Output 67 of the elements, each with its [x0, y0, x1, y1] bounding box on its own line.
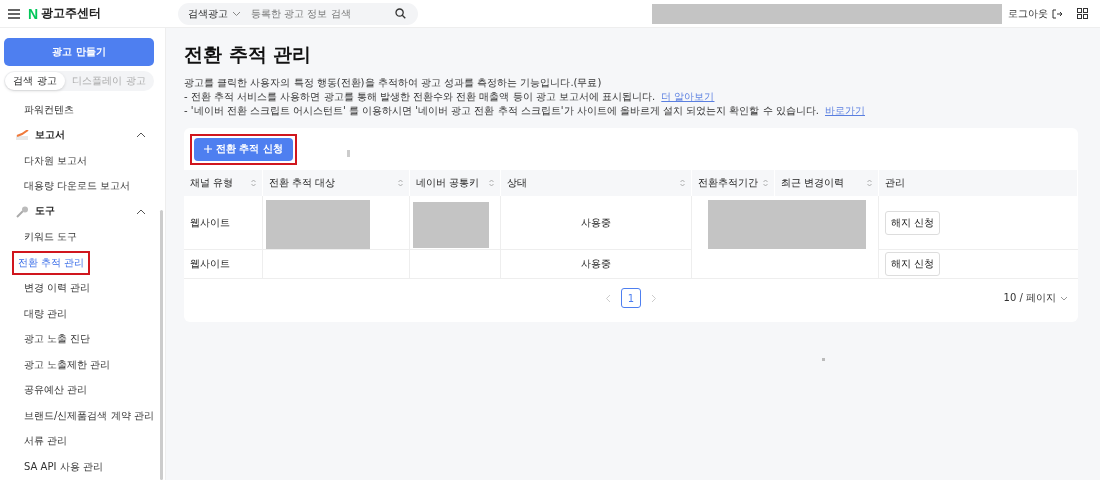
sidebar-section[interactable]: 도구 [35, 205, 55, 219]
learn-more-link[interactable]: 더 알아보기 [661, 91, 715, 102]
column-header[interactable]: 네이버 공통키 [409, 170, 501, 196]
search-icon[interactable] [395, 8, 406, 19]
chevron-down-icon [1060, 295, 1068, 301]
sidebar-item[interactable]: 전환 추적 관리 [12, 250, 91, 275]
column-header[interactable]: 전환추적기간 [691, 170, 775, 196]
page-size-select[interactable]: 10 / 페이지 [1003, 291, 1068, 305]
sidebar-item[interactable]: 공유예산 관리 [18, 378, 94, 403]
column-header[interactable]: 채널 유형 [184, 170, 263, 196]
sidebar-item[interactable]: 서류 관리 [18, 429, 74, 454]
sidebar-item[interactable]: 브랜드/신제품검색 계약 관리 [18, 403, 160, 428]
cancel-button[interactable]: 해지 신청 [885, 252, 941, 276]
cancel-button[interactable]: 해지 신청 [885, 210, 941, 235]
sidebar-item[interactable]: 키워드 도구 [18, 225, 84, 250]
sidebar-item[interactable]: 광고 노출제한 관리 [18, 352, 117, 377]
chevron-down-icon [232, 10, 241, 17]
sidebar-section[interactable]: 보고서 [35, 128, 65, 142]
sort-icon[interactable] [763, 179, 768, 187]
chevron-right-icon[interactable] [651, 293, 657, 303]
table-cell: 사용중 [500, 249, 692, 279]
brand-name: 광고주센터 [41, 5, 102, 22]
sort-icon[interactable] [398, 179, 403, 187]
brand-logo: N [28, 5, 39, 22]
sidebar-item[interactable]: SA API 사용 관리 [18, 454, 109, 479]
sort-icon[interactable] [680, 179, 685, 187]
shortcut-link[interactable]: 바로가기 [825, 105, 865, 116]
chevron-up-icon[interactable] [136, 132, 146, 139]
logout-button[interactable]: 로그아웃 [1008, 6, 1048, 21]
sidebar-item[interactable]: 파워컨텐츠 [18, 97, 80, 122]
sidebar-item[interactable]: 다차원 보고서 [18, 148, 94, 173]
add-conversion-button[interactable]: 전환 추적 신청 [194, 137, 293, 161]
table-cell: 사용중 [500, 196, 692, 250]
column-header[interactable]: 관리 [878, 170, 1078, 196]
plus-icon [204, 145, 212, 153]
sidebar-item[interactable]: 광고 노출 진단 [18, 327, 97, 352]
description-text: 광고를 클릭한 사용자의 특정 행동(전환)을 추적하여 광고 성과를 측정하는 기능입니다.(무료) [184, 76, 603, 90]
search-field[interactable]: 등록한 광고 정보 검색 [245, 8, 391, 19]
search-bar[interactable]: 검색광고 등록한 광고 정보 검색 [178, 2, 418, 25]
apps-grid-icon[interactable] [1077, 8, 1088, 19]
chevron-up-icon[interactable] [136, 208, 146, 215]
column-header[interactable]: 최근 변경이력 [774, 170, 879, 196]
ad-type-tab[interactable]: 검색 광고 [5, 72, 65, 90]
page-title: 전환 추적 관리 [184, 42, 313, 67]
description-text: - '네이버 전환 스크립트 어시스턴트' 를 이용하시면 '네이버 광고 전환 추적 스크립트'가 사이트에 올바르게 설치 되었는지 확인할 수 있습니다. [184, 105, 819, 116]
dot-mark [822, 358, 825, 361]
sort-icon[interactable] [251, 179, 256, 187]
wrench-icon [16, 205, 29, 218]
chevron-left-icon[interactable] [605, 293, 611, 303]
sidebar-item[interactable]: 대량 관리 [18, 301, 74, 326]
sidebar-item[interactable]: 대용량 다운로드 보고서 [18, 174, 137, 199]
sort-icon[interactable] [867, 179, 872, 187]
logout-icon[interactable] [1052, 8, 1063, 19]
sort-icon[interactable] [489, 179, 494, 187]
description-text: - 전환 추적 서비스를 사용하면 광고를 통해 발생한 전환수와 전환 매출액 등이 광고 보고서에 표시됩니다. [184, 91, 656, 102]
column-header[interactable]: 상태 [500, 170, 692, 196]
table-cell: 웹사이트 [184, 249, 263, 279]
chart-icon [16, 130, 29, 141]
scrollbar-thumb[interactable] [160, 210, 163, 480]
search-scope[interactable]: 검색광고 [188, 6, 228, 21]
cursor-mark [346, 149, 350, 157]
create-ad-button[interactable]: 광고 만들기 [4, 38, 154, 66]
column-header[interactable]: 전환 추적 대상 [262, 170, 410, 196]
table-cell: 웹사이트 [184, 196, 263, 250]
menu-icon[interactable] [8, 8, 20, 19]
page-button[interactable]: 1 [621, 288, 641, 308]
sidebar-item[interactable]: 변경 이력 관리 [18, 276, 97, 301]
